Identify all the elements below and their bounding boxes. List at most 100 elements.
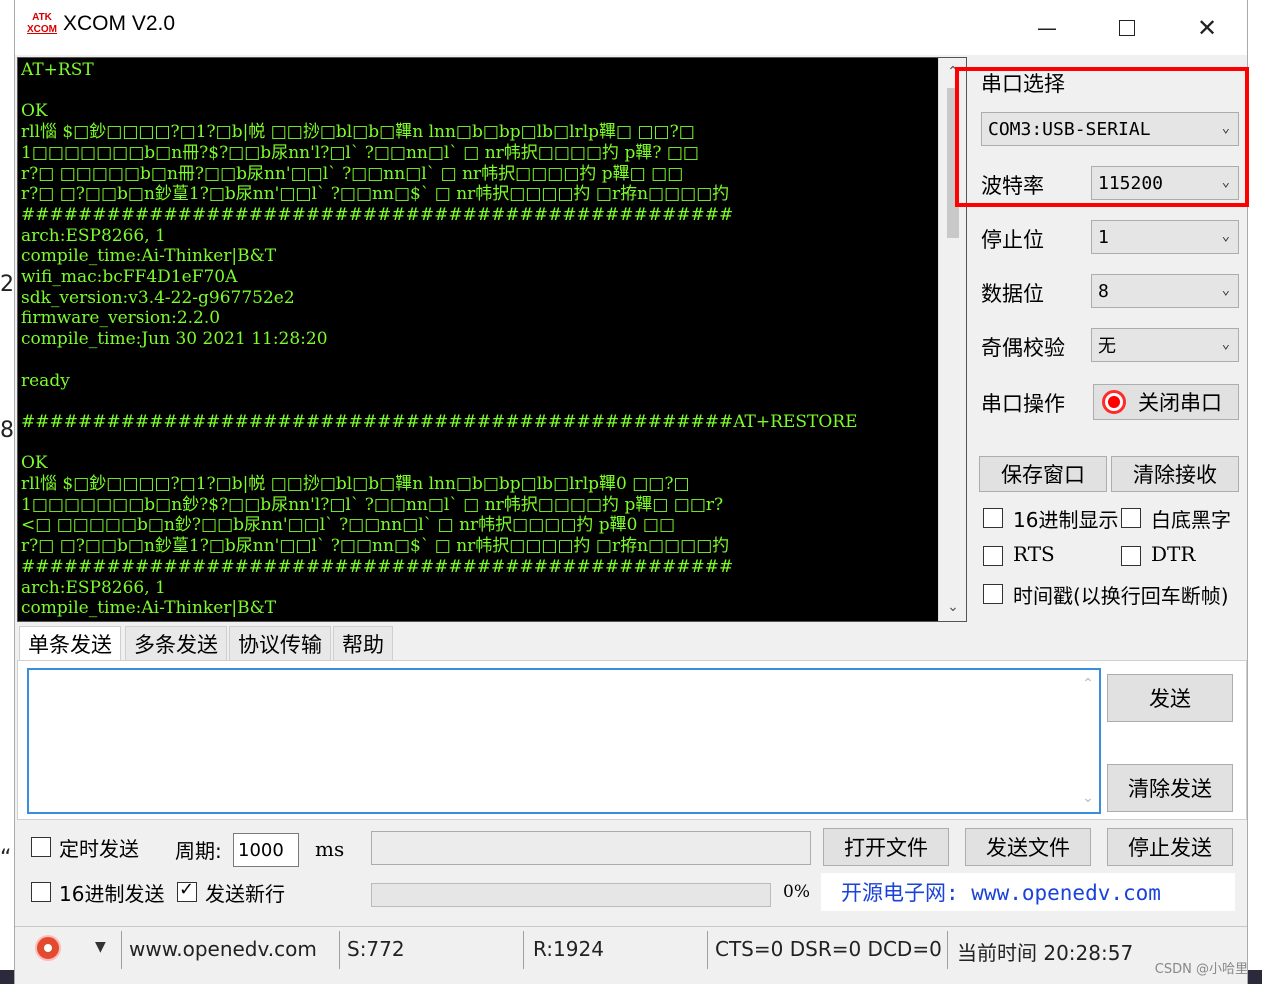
file-path-input[interactable] bbox=[371, 831, 811, 865]
receive-line: arch:ESP8266, 1 bbox=[21, 225, 166, 246]
divider bbox=[707, 931, 708, 969]
receive-line: compile_time:Jun 30 2021 11:28:20 bbox=[21, 329, 328, 350]
rts-label: RTS bbox=[1013, 542, 1055, 566]
close-button[interactable]: ✕ bbox=[1167, 0, 1247, 55]
receive-line: OK bbox=[21, 101, 48, 122]
receive-line: sdk_version:v3.4-22-g967752e2 bbox=[21, 287, 295, 308]
timed-send-label: 定时发送 bbox=[59, 837, 139, 861]
receive-line: r?□ □?□□b□n鈔葟1?□b尿nn'□□l` ?□□nn□$` □ nr帏… bbox=[21, 536, 730, 557]
edge-char: 8 bbox=[0, 418, 14, 443]
scroll-up-icon[interactable]: ⌃ bbox=[1077, 670, 1099, 698]
divider bbox=[947, 931, 948, 969]
status-lines: CTS=0 DSR=0 DCD=0 bbox=[715, 937, 942, 961]
parity-select[interactable]: 无 ⌄ bbox=[1091, 328, 1239, 362]
period-unit: ms bbox=[315, 837, 345, 861]
divider bbox=[339, 931, 340, 969]
receive-line: OK bbox=[21, 453, 48, 474]
progress-text: 0% bbox=[783, 882, 810, 902]
dtr-checkbox[interactable] bbox=[1121, 546, 1141, 566]
highlight-box bbox=[955, 67, 1249, 207]
send-progress-bar bbox=[371, 883, 771, 907]
minimize-button[interactable]: — bbox=[1007, 0, 1087, 55]
receive-line: r?□ □□□□□b□n冊?□□b尿nn'□□l` ?□□nn□l` □ nr帏… bbox=[21, 163, 684, 184]
tab-protocol[interactable]: 协议传输 bbox=[229, 626, 331, 660]
period-label: 周期: bbox=[175, 839, 222, 863]
close-port-label: 关闭串口 bbox=[1138, 391, 1222, 415]
receive-line: rll惱 $□鈔□□□□?□1?□b|帨 □□挱□bl□b□鞸n lnn□b□b… bbox=[21, 474, 690, 495]
receive-line: arch:ESP8266, 1 bbox=[21, 577, 166, 598]
receive-line: compile_time:Ai-Thinker|B&T bbox=[21, 598, 277, 619]
send-newline-checkbox[interactable] bbox=[177, 879, 197, 902]
white-bg-label: 白底黑字 bbox=[1151, 508, 1231, 532]
data-bits-value: 8 bbox=[1098, 280, 1109, 302]
promo-link[interactable]: 开源电子网: www.openedv.com bbox=[821, 873, 1235, 911]
receive-line: 1□□□□□□□b□n鈔?$?□□b尿nn'l?□l` ?□□nn□l` □ n… bbox=[21, 494, 724, 515]
hex-send-checkbox[interactable] bbox=[31, 882, 51, 902]
receive-line: 1□□□□□□□b□n冊?$?□□b尿nn'l?□l` ?□□nn□l` □ n… bbox=[21, 142, 699, 163]
close-icon: ✕ bbox=[1196, 13, 1218, 42]
status-sent: S:772 bbox=[347, 937, 405, 961]
stop-bits-label: 停止位 bbox=[981, 228, 1044, 252]
data-bits-select[interactable]: 8 ⌄ bbox=[1091, 274, 1239, 308]
white-bg-checkbox[interactable] bbox=[1121, 508, 1141, 528]
chevron-down-icon[interactable]: ▼ bbox=[95, 939, 106, 955]
maximize-button[interactable] bbox=[1087, 0, 1167, 55]
send-button[interactable]: 发送 bbox=[1107, 674, 1233, 722]
send-file-button[interactable]: 发送文件 bbox=[965, 828, 1091, 866]
stop-bits-select[interactable]: 1 ⌄ bbox=[1091, 220, 1239, 254]
app-logo: ATK XCOM bbox=[27, 12, 57, 35]
title-bar[interactable]: ATK XCOM XCOM V2.0 — ✕ bbox=[15, 0, 1247, 55]
receive-line: ########################################… bbox=[21, 411, 858, 432]
send-scrollbar[interactable]: ⌃ ⌄ bbox=[1077, 670, 1099, 812]
hex-display-label: 16进制显示 bbox=[1013, 508, 1119, 532]
timestamp-checkbox[interactable] bbox=[983, 584, 1003, 604]
background-edge bbox=[0, 0, 14, 984]
receive-line bbox=[21, 350, 939, 371]
clear-receive-button[interactable]: 清除接收 bbox=[1111, 456, 1239, 492]
scroll-down-icon[interactable]: ⌄ bbox=[1077, 784, 1099, 812]
rts-checkbox[interactable] bbox=[983, 546, 1003, 566]
send-input[interactable]: ⌃ ⌄ bbox=[27, 668, 1101, 814]
chevron-down-icon: ⌄ bbox=[1221, 336, 1230, 352]
receive-line: ready bbox=[21, 370, 70, 391]
receive-line: AT+RST bbox=[21, 60, 94, 80]
period-input[interactable]: 1000 bbox=[233, 833, 299, 867]
divider bbox=[523, 931, 524, 969]
tab-help[interactable]: 帮助 bbox=[333, 626, 393, 660]
record-icon[interactable] bbox=[35, 935, 61, 961]
window-title: XCOM V2.0 bbox=[63, 12, 176, 35]
dtr-label: DTR bbox=[1151, 542, 1196, 566]
stop-send-button[interactable]: 停止发送 bbox=[1107, 828, 1233, 866]
scroll-down-icon[interactable]: ⌄ bbox=[939, 593, 966, 621]
timed-send-checkbox[interactable] bbox=[31, 837, 51, 857]
status-received: R:1924 bbox=[533, 937, 604, 961]
receive-line: <□ □□□□□b□n鈔?□□b尿nn'□□l` ?□□nn□l` □ nr帏択… bbox=[21, 515, 676, 536]
save-window-button[interactable]: 保存窗口 bbox=[979, 456, 1107, 492]
tab-single-send[interactable]: 单条发送 bbox=[19, 626, 121, 660]
parity-label: 奇偶校验 bbox=[981, 336, 1065, 360]
receive-line bbox=[21, 391, 939, 412]
receive-line: compile_time:Ai-Thinker|B&T bbox=[21, 246, 277, 267]
chevron-down-icon: ⌄ bbox=[1221, 282, 1230, 298]
xcom-window: ATK XCOM XCOM V2.0 — ✕ AT+RST OK rll惱 $□鈔… bbox=[14, 0, 1249, 984]
receive-text: AT+RST OK rll惱 $□鈔□□□□?□1?□b|帨 □□挱□bl□b□鞸… bbox=[21, 60, 939, 619]
hex-send-label: 16进制发送 bbox=[59, 882, 165, 906]
status-bar: ▼ www.openedv.com S:772 R:1924 CTS=0 DSR… bbox=[15, 926, 1247, 972]
edge-char: 2 bbox=[0, 272, 14, 297]
receive-line bbox=[21, 433, 939, 454]
close-port-button[interactable]: 关闭串口 bbox=[1093, 384, 1239, 420]
receive-area[interactable]: AT+RST OK rll惱 $□鈔□□□□?□1?□b|帨 □□挱□bl□b□鞸… bbox=[17, 57, 967, 622]
tab-multi-send[interactable]: 多条发送 bbox=[125, 626, 227, 660]
receive-line: rll惱 $□鈔□□□□?□1?□b|帨 □□挱□bl□b□鞸n lnn□b□b… bbox=[21, 122, 695, 143]
minimize-icon: — bbox=[1037, 15, 1057, 40]
status-url[interactable]: www.openedv.com bbox=[129, 937, 317, 961]
send-newline-label: 发送新行 bbox=[205, 882, 285, 906]
open-file-button[interactable]: 打开文件 bbox=[823, 828, 949, 866]
hex-display-checkbox[interactable] bbox=[983, 508, 1003, 528]
clear-send-button[interactable]: 清除发送 bbox=[1107, 764, 1233, 812]
receive-line: r?□ □?□□b□n鈔葟1?□b尿nn'□□l` ?□□nn□$` □ nr帏… bbox=[21, 184, 730, 205]
port-op-label: 串口操作 bbox=[981, 392, 1065, 416]
stop-bits-value: 1 bbox=[1098, 226, 1109, 248]
receive-line: firmware_version:2.2.0 bbox=[21, 308, 221, 329]
record-icon bbox=[1102, 390, 1126, 414]
